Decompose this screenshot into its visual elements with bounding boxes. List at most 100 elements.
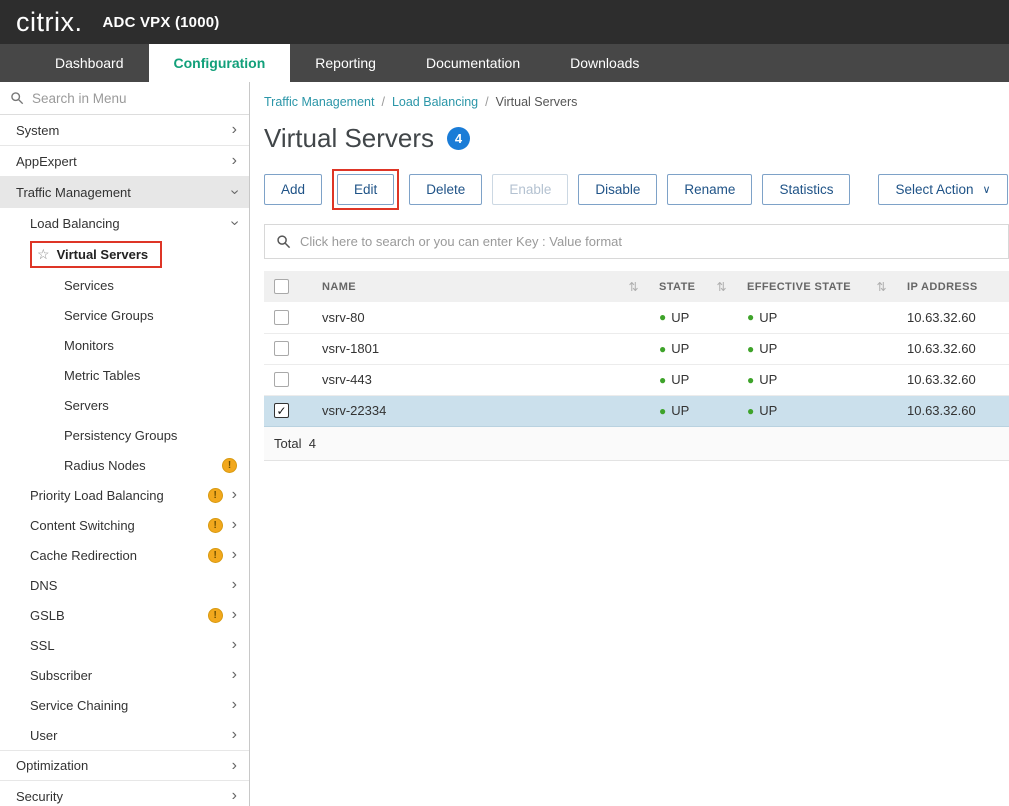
table-search-input[interactable] [300, 234, 997, 249]
column-header-state[interactable]: STATE ⇅ [649, 271, 737, 302]
main-nav: Dashboard Configuration Reporting Docume… [0, 44, 1009, 82]
chevron-right-icon: › [232, 667, 237, 683]
breadcrumb-current: Virtual Servers [496, 95, 578, 109]
edit-button[interactable]: Edit [337, 174, 394, 205]
sidebar-item-label: DNS [30, 578, 57, 593]
statistics-button[interactable]: Statistics [762, 174, 850, 205]
disable-button[interactable]: Disable [578, 174, 657, 205]
sidebar-item-service-groups[interactable]: Service Groups [0, 300, 249, 330]
column-header-effective-state[interactable]: EFFECTIVE STATE ⇅ [737, 271, 897, 302]
sidebar-item-radius-nodes[interactable]: Radius Nodes ! [0, 450, 249, 480]
delete-button[interactable]: Delete [409, 174, 482, 205]
check-icon: ✓ [276, 404, 286, 418]
cell-ip-address: 10.63.32.60 [897, 364, 1009, 395]
sidebar-item-cache-redirection[interactable]: Cache Redirection ! › [0, 540, 249, 570]
sidebar-item-label: GSLB [30, 608, 65, 623]
effective-state-badge: ● UP [747, 341, 887, 356]
row-checkbox[interactable] [274, 372, 289, 387]
tab-documentation[interactable]: Documentation [401, 44, 545, 82]
chevron-right-icon: › [232, 577, 237, 593]
sidebar-item-label: Service Chaining [30, 698, 128, 713]
rename-button[interactable]: Rename [667, 174, 752, 205]
sidebar-item-appexpert[interactable]: AppExpert › [0, 146, 249, 177]
sidebar-item-label: Service Groups [64, 308, 154, 323]
breadcrumb-link-traffic-management[interactable]: Traffic Management [264, 95, 374, 109]
sidebar-item-security[interactable]: Security › [0, 781, 249, 806]
sidebar-item-services[interactable]: Services [0, 270, 249, 300]
tab-configuration[interactable]: Configuration [149, 44, 291, 82]
status-up-icon: ● [747, 343, 754, 355]
breadcrumb-separator: / [381, 95, 384, 109]
main-content: Traffic Management / Load Balancing / Vi… [250, 82, 1009, 806]
sidebar-item-label: Load Balancing [30, 216, 120, 231]
sidebar-item-label: User [30, 728, 57, 743]
tab-dashboard[interactable]: Dashboard [30, 44, 149, 82]
sidebar-item-traffic-management[interactable]: Traffic Management › [0, 177, 249, 208]
enable-button[interactable]: Enable [492, 174, 568, 205]
column-header-name[interactable]: NAME ⇅ [312, 271, 649, 302]
sidebar-item-servers[interactable]: Servers [0, 390, 249, 420]
warning-icon: ! [208, 548, 223, 563]
sidebar-item-priority-load-balancing[interactable]: Priority Load Balancing ! › [0, 480, 249, 510]
sidebar-item-ssl[interactable]: SSL › [0, 630, 249, 660]
app-title: ADC VPX (1000) [103, 14, 220, 31]
sidebar-item-persistency-groups[interactable]: Persistency Groups [0, 420, 249, 450]
select-action-dropdown[interactable]: Select Action ∨ [878, 174, 1007, 205]
cell-name: vsrv-80 [312, 302, 649, 333]
table-header-row: NAME ⇅ STATE ⇅ EFFECTIVE STATE ⇅ IP ADDR… [264, 271, 1009, 302]
sidebar-item-subscriber[interactable]: Subscriber › [0, 660, 249, 690]
sidebar-item-monitors[interactable]: Monitors [0, 330, 249, 360]
cell-name: vsrv-1801 [312, 333, 649, 364]
state-badge: ● UP [659, 341, 727, 356]
add-button[interactable]: Add [264, 174, 322, 205]
sidebar-item-label: Virtual Servers [57, 247, 149, 262]
sort-icon: ⇅ [629, 280, 639, 294]
chevron-right-icon: › [232, 727, 237, 743]
citrix-logo: citrix. [16, 9, 83, 36]
table-row-selected[interactable]: ✓ vsrv-22334 ● UP ● UP 10.63.32.60 [264, 395, 1009, 426]
state-badge: ● UP [659, 310, 727, 325]
chevron-right-icon: › [232, 517, 237, 533]
row-checkbox-checked[interactable]: ✓ [274, 403, 289, 418]
cell-ip-address: 10.63.32.60 [897, 395, 1009, 426]
row-checkbox[interactable] [274, 310, 289, 325]
sidebar-search-input[interactable] [32, 91, 239, 106]
sidebar-item-load-balancing[interactable]: Load Balancing › [0, 208, 249, 238]
table-row[interactable]: vsrv-80 ● UP ● UP 10.63.32.60 [264, 302, 1009, 333]
state-badge: ● UP [659, 372, 727, 387]
sidebar-item-service-chaining[interactable]: Service Chaining › [0, 690, 249, 720]
sidebar: System › AppExpert › Traffic Management … [0, 82, 250, 806]
warning-icon: ! [208, 608, 223, 623]
sidebar-item-optimization[interactable]: Optimization › [0, 750, 249, 781]
table-row[interactable]: vsrv-443 ● UP ● UP 10.63.32.60 [264, 364, 1009, 395]
tab-downloads[interactable]: Downloads [545, 44, 664, 82]
sidebar-item-dns[interactable]: DNS › [0, 570, 249, 600]
status-up-icon: ● [747, 374, 754, 386]
status-up-icon: ● [747, 405, 754, 417]
chevron-down-icon: › [226, 220, 242, 225]
column-header-ip-address[interactable]: IP ADDRESS [897, 271, 1009, 302]
select-all-checkbox[interactable] [274, 279, 289, 294]
search-icon [276, 234, 291, 249]
virtual-servers-table: NAME ⇅ STATE ⇅ EFFECTIVE STATE ⇅ IP ADDR… [264, 271, 1009, 461]
sidebar-item-label: Services [64, 278, 114, 293]
state-badge: ● UP [659, 403, 727, 418]
chevron-right-icon: › [232, 697, 237, 713]
effective-state-badge: ● UP [747, 403, 887, 418]
sidebar-item-system[interactable]: System › [0, 115, 249, 146]
sidebar-item-content-switching[interactable]: Content Switching ! › [0, 510, 249, 540]
warning-icon: ! [208, 488, 223, 503]
sidebar-item-gslb[interactable]: GSLB ! › [0, 600, 249, 630]
sidebar-item-metric-tables[interactable]: Metric Tables [0, 360, 249, 390]
sidebar-item-virtual-servers[interactable]: ☆ Virtual Servers [0, 238, 249, 270]
table-row[interactable]: vsrv-1801 ● UP ● UP 10.63.32.60 [264, 333, 1009, 364]
status-up-icon: ● [747, 311, 754, 323]
title-row: Virtual Servers 4 [250, 109, 1009, 154]
chevron-right-icon: › [232, 153, 237, 169]
row-checkbox[interactable] [274, 341, 289, 356]
sidebar-item-label: Monitors [64, 338, 114, 353]
sidebar-item-user[interactable]: User › [0, 720, 249, 750]
breadcrumb-link-load-balancing[interactable]: Load Balancing [392, 95, 478, 109]
tab-reporting[interactable]: Reporting [290, 44, 401, 82]
sidebar-item-label: Security [16, 789, 63, 804]
